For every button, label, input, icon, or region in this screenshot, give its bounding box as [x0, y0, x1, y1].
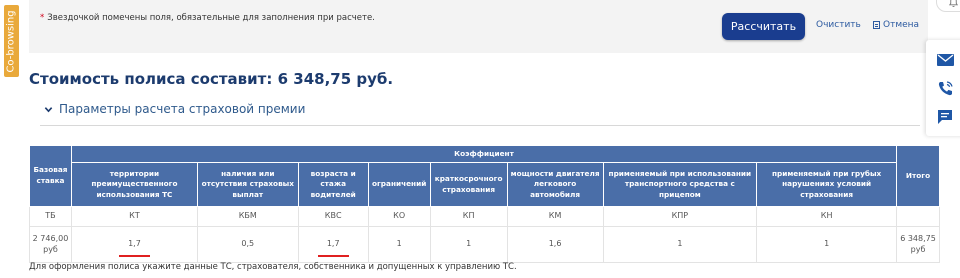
coefficients-table: Базовая ставка Коэффициент Итого террито… — [29, 145, 940, 263]
coef-value-kvs-text: 1,7 — [317, 239, 349, 257]
phone-icon — [938, 80, 953, 95]
contact-side-panel — [926, 40, 960, 136]
coef-value-kpr: 1 — [602, 226, 758, 263]
required-star: * — [40, 13, 45, 23]
coef-value-kvs: 1,7 — [297, 226, 369, 263]
coef-header-kbm: наличия или отсутствия страховых выплат — [196, 162, 299, 207]
table-row-codes: ТБ КТ КБМ КВС КО КП КМ КПР КН — [29, 206, 940, 227]
document-icon — [873, 21, 880, 29]
coef-code-kpr: КПР — [602, 206, 758, 227]
base-rate-header: Базовая ставка — [29, 145, 72, 207]
mail-button[interactable] — [935, 50, 955, 70]
cobrowsing-label: Co-browsing — [6, 9, 18, 73]
coef-header-kt: территории преимущественного использован… — [70, 162, 198, 207]
coef-header-ko: ограничений — [367, 162, 431, 207]
policy-cost-title: Стоимость полиса составит: 6 348,75 руб. — [29, 70, 394, 88]
coef-header-km: мощности двигателя легкового автомобиля — [506, 162, 604, 207]
coef-code-kvs: КВС — [297, 206, 369, 227]
total-header: Итого — [896, 145, 940, 207]
chat-button[interactable] — [935, 107, 955, 127]
cancel-label: Отмена — [883, 20, 920, 30]
coef-value-ko: 1 — [367, 226, 431, 263]
coef-value-kt-text: 1,7 — [119, 239, 150, 257]
bell-icon — [948, 0, 958, 7]
required-note-text: Звездочкой помечены поля, обязательные д… — [47, 13, 375, 23]
coef-value-km: 1,6 — [506, 226, 604, 263]
coef-value-kp: 1 — [429, 226, 508, 263]
coef-value-kbm: 0,5 — [196, 226, 299, 263]
table-row-values: 2 746,00 руб 1,7 0,5 1,7 1 1 1,6 1 1 6 3… — [29, 226, 940, 263]
coefficient-group-header: Коэффициент — [70, 145, 898, 163]
section-divider — [40, 125, 920, 126]
premium-params-toggle[interactable]: Параметры расчета страховой премии — [44, 102, 305, 116]
required-fields-note: * Звездочкой помечены поля, обязательные … — [40, 13, 375, 23]
phone-button[interactable] — [935, 78, 955, 98]
base-rate-code: ТБ — [29, 206, 72, 227]
calculate-button[interactable]: Рассчитать — [722, 13, 805, 40]
coef-value-kt: 1,7 — [70, 226, 198, 263]
coef-code-km: КМ — [506, 206, 604, 227]
total-value: 6 348,75 руб — [896, 226, 940, 263]
clear-link[interactable]: Очистить — [816, 20, 861, 30]
cancel-link[interactable]: Отмена — [873, 20, 919, 30]
cobrowsing-tab[interactable]: Co-browsing — [4, 5, 19, 77]
chat-icon — [938, 110, 952, 124]
total-code-empty — [896, 206, 940, 227]
premium-params-label: Параметры расчета страховой премии — [59, 102, 306, 116]
coef-header-kp: краткосрочного страхования — [429, 162, 508, 207]
coef-code-kt: КТ — [70, 206, 198, 227]
footer-instruction-note: Для оформления полиса укажите данные ТС,… — [29, 262, 517, 272]
coef-header-kvs: возраста и стажа водителей — [297, 162, 369, 207]
notifications-button[interactable] — [936, 0, 960, 12]
chevron-down-icon — [44, 106, 53, 112]
coef-code-kbm: КБМ — [196, 206, 299, 227]
coef-code-kn: КН — [756, 206, 897, 227]
coef-code-ko: КО — [367, 206, 431, 227]
base-rate-value: 2 746,00 руб — [29, 226, 72, 263]
coef-value-kn: 1 — [756, 226, 897, 263]
coef-code-kp: КП — [429, 206, 508, 227]
coef-header-kpr: применяемый при использовании транспортн… — [602, 162, 758, 207]
mail-icon — [936, 54, 954, 66]
coef-header-kn: применяемый при грубых нарушениях услови… — [756, 162, 897, 207]
